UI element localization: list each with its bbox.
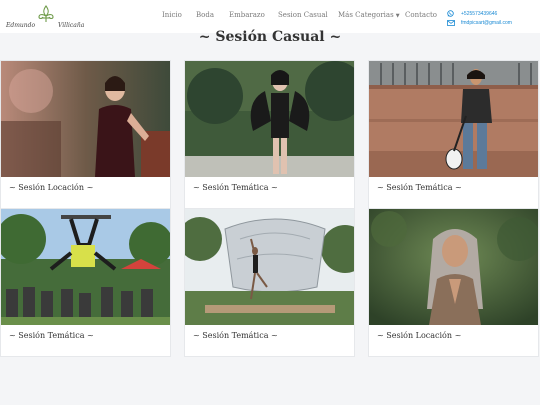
phone-link[interactable]: +525573439646 <box>447 9 539 18</box>
card-caption: ~ Sesión Temática ~ <box>9 331 94 340</box>
whatsapp-icon <box>447 10 455 17</box>
chevron-down-icon: ▼ <box>395 13 400 19</box>
card-caption: ~ Sesión Temática ~ <box>193 183 278 192</box>
email-link[interactable]: fmdpicsart@gmail.com <box>447 18 539 27</box>
phone-number: +525573439646 <box>461 10 498 17</box>
gallery-photo <box>369 209 538 325</box>
gallery-photo <box>1 61 170 177</box>
nav-mas-categorias[interactable]: Más Categorias ▼ <box>338 11 400 19</box>
envelope-icon <box>447 19 455 26</box>
card-caption: ~ Sesión Locación ~ <box>9 183 94 192</box>
nav-sesion-casual[interactable]: Sesion Casual <box>278 11 328 19</box>
gallery-card[interactable]: ~ Sesión Temática ~ <box>184 60 355 209</box>
nav-mas-categorias-label: Más Categorias <box>338 11 394 19</box>
fleur-de-lis-icon <box>38 5 54 22</box>
gallery-card[interactable]: ~ Sesión Temática ~ <box>0 208 171 357</box>
page-title: ~ Sesión Casual ~ <box>198 29 342 45</box>
logo-last-name: Villicaña <box>58 22 85 29</box>
gallery-card[interactable]: ~ Sesión Locación ~ <box>368 208 539 357</box>
gallery-photo <box>1 209 170 325</box>
nav-embarazo[interactable]: Embarazo <box>229 11 265 19</box>
nav-contacto[interactable]: Contacto <box>405 11 437 19</box>
card-caption: ~ Sesión Temática ~ <box>377 183 462 192</box>
contact-info: +525573439646 fmdpicsart@gmail.com <box>447 9 539 27</box>
gallery-card[interactable]: ~ Sesión Locación ~ <box>0 60 171 209</box>
nav-inicio[interactable]: Inicio <box>162 11 182 19</box>
gallery-photo <box>369 61 538 177</box>
email-address: fmdpicsart@gmail.com <box>461 19 512 26</box>
nav-boda[interactable]: Boda <box>196 11 214 19</box>
site-logo[interactable]: Edmundo Villicaña <box>6 5 86 29</box>
gallery-card[interactable]: ~ Sesión Temática ~ <box>184 208 355 357</box>
card-caption: ~ Sesión Temática ~ <box>193 331 278 340</box>
logo-first-name: Edmundo <box>6 22 36 29</box>
gallery-card[interactable]: ~ Sesión Temática ~ <box>368 60 539 209</box>
card-caption: ~ Sesión Locación ~ <box>377 331 462 340</box>
gallery-photo <box>185 61 354 177</box>
gallery-photo <box>185 209 354 325</box>
